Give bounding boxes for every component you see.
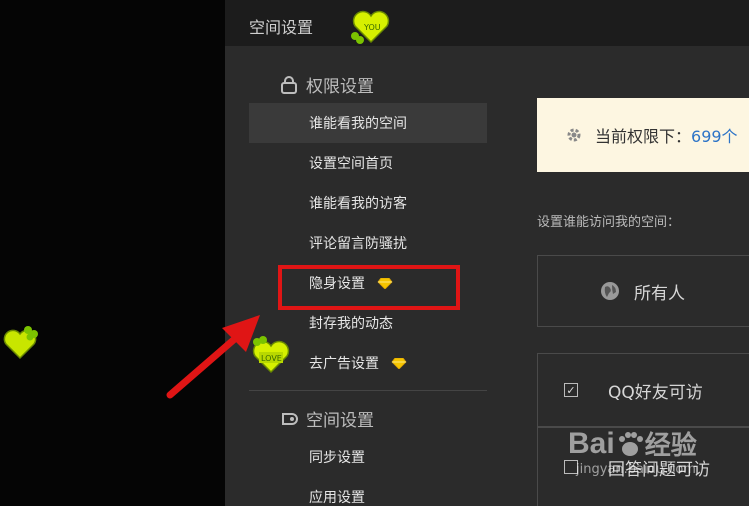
sidebar-item-apps[interactable]: 应用设置 <box>249 477 487 506</box>
section-title: 权限设置 <box>306 77 374 97</box>
sticker-text-you: YOU <box>363 23 381 32</box>
desktop-background <box>0 0 225 506</box>
sidebar-item-who-can-view[interactable]: 谁能看我的空间 <box>249 103 487 143</box>
option-label: 所有人 <box>634 283 685 304</box>
paw-icon <box>618 431 643 456</box>
baidu-jingyan-watermark: Bai 经验 jingyan.baidu.com <box>568 426 697 478</box>
section-title: 空间设置 <box>306 411 374 431</box>
option-label: QQ好友可访 <box>608 382 703 403</box>
sidebar-item-visitors[interactable]: 谁能看我的访客 <box>249 183 487 223</box>
section-permissions: 权限设置 <box>280 72 374 97</box>
red-arrow-annotation <box>166 315 260 399</box>
you-heart-sticker: YOU <box>351 10 390 44</box>
gear-icon <box>567 128 581 142</box>
section-space-settings: 空间设置 <box>280 406 374 431</box>
lock-icon <box>281 75 297 94</box>
permission-notice: 当前权限下：699个 <box>537 98 749 172</box>
checkbox-checked[interactable]: ✓ <box>564 383 578 397</box>
option-qq-friends[interactable]: ✓ QQ好友可访 <box>537 353 749 427</box>
clover-heart-sticker <box>3 326 38 360</box>
notice-count: 699个 <box>691 127 738 146</box>
globe-icon <box>601 282 619 300</box>
window-title: 空间设置 <box>249 18 314 37</box>
notice-text: 当前权限下：699个 <box>595 127 738 146</box>
title-bar: 空间设置 YOU <box>225 0 749 46</box>
sidebar-divider <box>249 390 487 391</box>
diamond-icon <box>391 357 407 369</box>
highlight-box <box>278 265 460 310</box>
sidebar-item-sync[interactable]: 同步设置 <box>249 437 487 477</box>
sidebar-item-homepage[interactable]: 设置空间首页 <box>249 143 487 183</box>
access-subtitle: 设置谁能访问我的空间： <box>537 215 681 230</box>
sidebar-item-anti-harass[interactable]: 评论留言防骚扰 <box>249 223 487 263</box>
settings-icon <box>282 412 298 425</box>
option-everyone[interactable]: 所有人 <box>537 255 749 327</box>
